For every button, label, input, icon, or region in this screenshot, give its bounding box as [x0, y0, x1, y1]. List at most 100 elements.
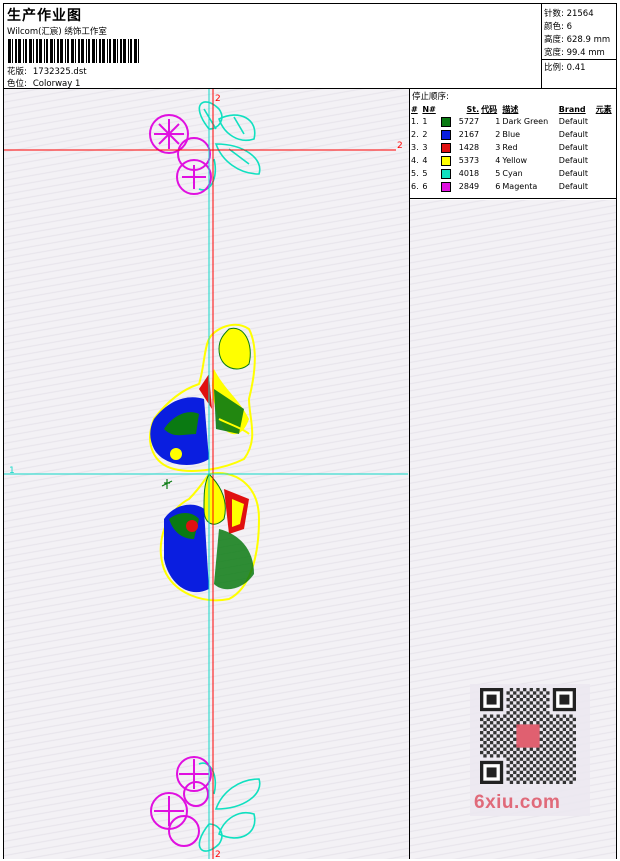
- row-description: Blue: [502, 130, 521, 139]
- stat-colors-label: 颜色:: [544, 22, 564, 32]
- design-stats: 针数: 21564 颜色: 6 高度: 628.9 mm 宽度: 99.4 mm…: [542, 4, 616, 89]
- color-swatch: [440, 142, 451, 153]
- table-row: 2. 2 2167 2 Blue Default: [410, 128, 616, 141]
- col-code: 代码: [481, 104, 498, 114]
- table-row: 4. 4 5373 4 Yellow Default: [410, 154, 616, 167]
- row-element: [595, 115, 616, 128]
- row-brand: Default: [558, 156, 589, 165]
- row-needle: 3: [422, 143, 428, 152]
- row-description: Red: [502, 143, 518, 152]
- stamp-logo: [516, 724, 540, 748]
- row-color-swatch: [440, 167, 454, 180]
- stat-scale-value: 0.41: [566, 63, 586, 73]
- row-code: 5: [495, 169, 501, 178]
- page-title: 生产作业图: [7, 8, 82, 24]
- stop-sequence-table: # N# St. 代码 描述 Brand 元素 1. 1 5727 1 Dark Gre…: [410, 103, 616, 193]
- upper-bird-eye: [170, 448, 182, 460]
- stat-colors-value: 6: [566, 22, 572, 32]
- design-file-label: 花版:: [7, 67, 27, 77]
- row-brand: Default: [558, 117, 589, 126]
- bottom-leaves: [198, 762, 261, 852]
- qr-code: [480, 688, 576, 784]
- table-row: 1. 1 5727 1 Dark Green Default: [410, 115, 616, 128]
- embroidery-drawing: 1 2 2 2: [4, 89, 408, 859]
- col-element: 元素: [595, 104, 612, 114]
- header: 生产作业图 Wilcom(汇宸) 绣饰工作室 花版: 1732325.dst 色位…: [4, 4, 616, 89]
- row-stitches: 2849: [458, 182, 480, 191]
- color-swatch: [440, 116, 451, 127]
- row-color-swatch: [440, 115, 454, 128]
- colorway-line: 色位: Colorway 1: [7, 77, 80, 89]
- row-description: Yellow: [502, 156, 528, 165]
- stat-stitches-label: 针数:: [544, 9, 564, 19]
- color-swatch: [440, 155, 451, 166]
- color-swatch: [440, 181, 451, 192]
- row-index: 3.: [411, 143, 419, 152]
- top-flowers: [149, 114, 212, 195]
- row-code: 4: [495, 156, 501, 165]
- row-description: Cyan: [502, 169, 523, 178]
- stat-height-label: 高度:: [544, 35, 564, 45]
- row-description: Magenta: [502, 182, 538, 191]
- row-code: 6: [495, 182, 501, 191]
- row-index: 1.: [411, 117, 419, 126]
- row-stitches: 4018: [458, 169, 480, 178]
- row-color-swatch: [440, 141, 454, 154]
- row-index: 6.: [411, 182, 419, 191]
- row-index: 4.: [411, 156, 419, 165]
- lower-bird-body: [214, 529, 254, 590]
- stats-divider: [542, 59, 616, 60]
- col-brand: Brand: [558, 104, 586, 114]
- table-header-row: # N# St. 代码 描述 Brand 元素: [410, 103, 616, 115]
- row-color-swatch: [440, 154, 454, 167]
- row-description: Dark Green: [502, 117, 549, 126]
- col-description: 描述: [502, 104, 519, 114]
- row-code: 1: [495, 117, 501, 126]
- row-color-swatch: [440, 180, 454, 193]
- row-index: 5.: [411, 169, 419, 178]
- stop-sequence-panel: 停止顺序: # N# St. 代码 描述 Brand 元素 1. 1 5727 1 Da…: [410, 89, 616, 199]
- table-row: 6. 6 2849 6 Magenta Default: [410, 180, 616, 193]
- stat-width-value: 99.4 mm: [566, 48, 605, 58]
- row-brand: Default: [558, 182, 589, 191]
- row-needle: 4: [422, 156, 428, 165]
- col-stitches: St.: [466, 104, 480, 114]
- row-needle: 6: [422, 182, 428, 191]
- row-stitches: 2167: [458, 130, 480, 139]
- stat-colors: 颜色: 6: [544, 20, 572, 32]
- company-name: Wilcom(汇宸) 绣饰工作室: [7, 27, 107, 37]
- bottom-flower-motif: [150, 756, 261, 852]
- col-needle: N#: [422, 104, 436, 114]
- colorway-value: Colorway 1: [32, 79, 81, 89]
- stat-height: 高度: 628.9 mm: [544, 33, 610, 45]
- top-flower-motif: [149, 101, 261, 195]
- stop-sequence-title: 停止顺序:: [412, 92, 449, 102]
- marker-2-right: 2: [397, 141, 403, 151]
- stat-height-value: 628.9 mm: [566, 35, 611, 45]
- design-preview: 1 2 2 2: [4, 89, 410, 859]
- lower-bird-eye: [186, 520, 198, 532]
- table-row: 3. 3 1428 3 Red Default: [410, 141, 616, 154]
- row-element: [595, 167, 616, 180]
- color-swatch: [440, 129, 451, 140]
- row-element: [595, 128, 616, 141]
- table-row: 5. 5 4018 5 Cyan Default: [410, 167, 616, 180]
- row-stitches: 5373: [458, 156, 480, 165]
- row-element: [595, 180, 616, 193]
- stat-width: 宽度: 99.4 mm: [544, 46, 605, 58]
- production-worksheet: 生产作业图 Wilcom(汇宸) 绣饰工作室 花版: 1732325.dst 色位…: [3, 3, 617, 859]
- col-index: #: [411, 104, 418, 114]
- lower-bird-head: [203, 473, 226, 525]
- stop-sequence-rows: 1. 1 5727 1 Dark Green Default 2. 2 2167 2 Blue Def…: [410, 115, 616, 193]
- header-info: 生产作业图 Wilcom(汇宸) 绣饰工作室 花版: 1732325.dst 色位…: [4, 4, 542, 89]
- row-code: 2: [495, 130, 501, 139]
- bottom-flowers: [150, 756, 212, 847]
- marker-2-bottom: 2: [215, 850, 221, 859]
- row-needle: 2: [422, 130, 428, 139]
- barcode: [8, 39, 139, 63]
- col-color: [440, 103, 454, 115]
- stat-width-label: 宽度:: [544, 48, 564, 58]
- birds-motif: [149, 323, 261, 602]
- stat-stitches: 针数: 21564: [544, 7, 594, 19]
- marker-2-top: 2: [215, 94, 221, 104]
